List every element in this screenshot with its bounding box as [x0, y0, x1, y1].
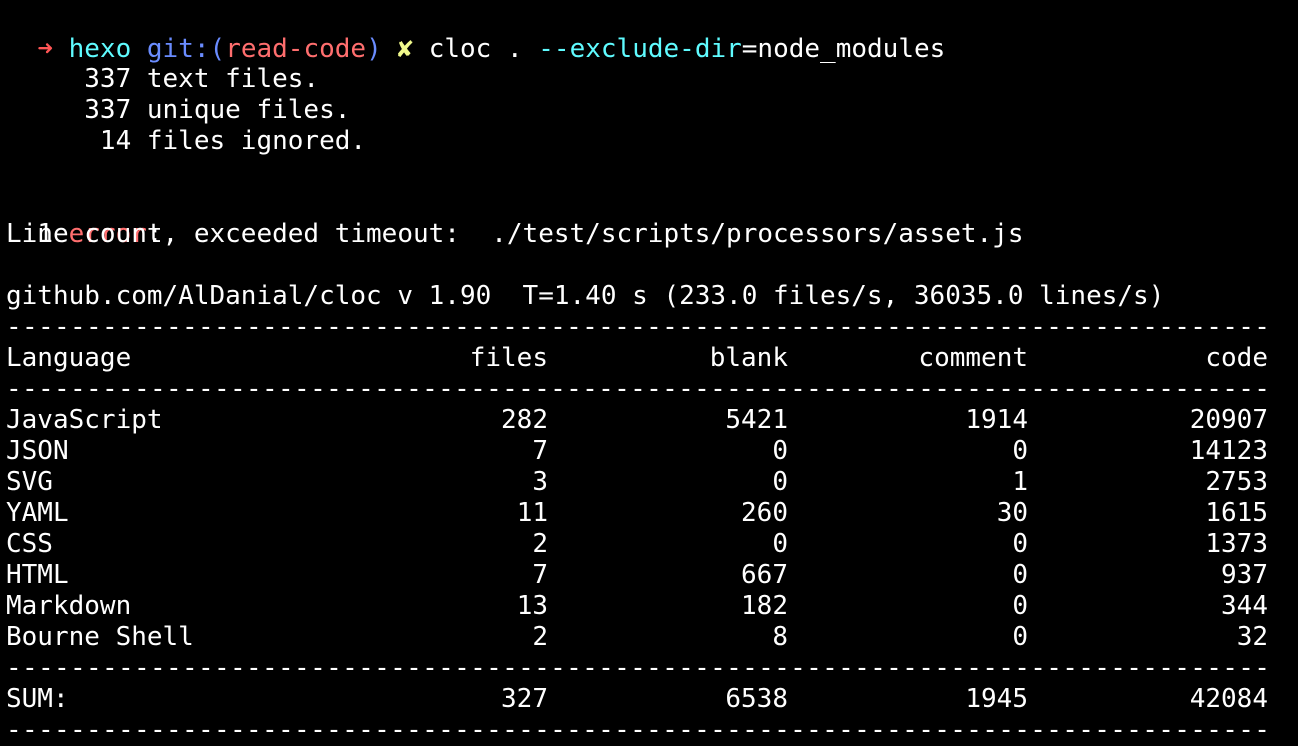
git-suffix: ) [366, 34, 382, 64]
row-comment: 0 [1012, 436, 1028, 466]
sum-code: 42084 [1189, 684, 1268, 714]
row-comment: 30 [996, 498, 1028, 528]
row-files: 7 [532, 436, 548, 466]
row-blank: 0 [772, 467, 788, 497]
row-blank: 0 [772, 436, 788, 466]
row-code: 14123 [1189, 436, 1268, 466]
prompt-dir: hexo [68, 34, 132, 64]
row-comment: 0 [1012, 591, 1028, 621]
row-code: 1373 [1205, 529, 1268, 559]
divider-bottom: ----------------------------------------… [6, 715, 1270, 745]
sum-label: SUM: [6, 684, 69, 714]
command-flag-value: =node_modules [741, 34, 946, 64]
row-comment: 0 [1012, 529, 1028, 559]
row-files: 282 [501, 405, 548, 435]
sum-comment: 1945 [965, 684, 1028, 714]
row-files: 7 [532, 560, 548, 590]
row-blank: 667 [741, 560, 788, 590]
git-branch: read-code [225, 34, 367, 64]
header-code: code [1205, 343, 1268, 373]
row-code: 2753 [1205, 467, 1268, 497]
row-code: 344 [1221, 591, 1268, 621]
sum-blank: 6538 [725, 684, 788, 714]
summary-text-files: 337 text files. [6, 64, 320, 94]
row-language: CSS [6, 529, 53, 559]
row-files: 2 [532, 529, 548, 559]
error-line: 1 error: [6, 188, 162, 249]
header-comment: comment [918, 343, 1028, 373]
row-language: Markdown [6, 591, 132, 621]
row-comment: 0 [1012, 622, 1028, 652]
summary-ignored: 14 files ignored. [6, 126, 367, 156]
error-message: Line count, exceeded timeout: ./test/scr… [6, 219, 1024, 249]
row-comment: 0 [1012, 560, 1028, 590]
row-language: YAML [6, 498, 69, 528]
row-code: 1615 [1205, 498, 1268, 528]
row-language: JSON [6, 436, 69, 466]
row-files: 11 [516, 498, 548, 528]
row-blank: 182 [741, 591, 788, 621]
summary-unique-files: 337 unique files. [6, 95, 351, 125]
sum-files: 327 [501, 684, 548, 714]
row-language: Bourne Shell [6, 622, 194, 652]
row-code: 20907 [1189, 405, 1268, 435]
command-text: cloc . [428, 34, 523, 64]
row-blank: 0 [772, 529, 788, 559]
row-files: 2 [532, 622, 548, 652]
row-comment: 1914 [965, 405, 1028, 435]
prompt-arrow: ➜ [37, 34, 53, 64]
row-files: 13 [516, 591, 548, 621]
header-language: Language [6, 343, 132, 373]
divider-sum: ----------------------------------------… [6, 653, 1270, 683]
row-blank: 5421 [725, 405, 788, 435]
dirty-mark-icon: ✘ [397, 34, 414, 64]
git-prefix: git:( [146, 34, 226, 64]
row-language: SVG [6, 467, 53, 497]
row-code: 937 [1221, 560, 1268, 590]
row-files: 3 [532, 467, 548, 497]
command-flag: --exclude-dir [538, 34, 742, 64]
header-files: files [469, 343, 548, 373]
row-language: HTML [6, 560, 69, 590]
divider-header: ----------------------------------------… [6, 374, 1270, 404]
row-language: JavaScript [6, 405, 163, 435]
row-code: 32 [1236, 622, 1268, 652]
divider-top: ----------------------------------------… [6, 312, 1270, 342]
row-blank: 8 [772, 622, 788, 652]
row-comment: 1 [1012, 467, 1028, 497]
cloc-banner: github.com/AlDanial/cloc v 1.90 T=1.40 s… [6, 281, 1165, 311]
header-blank: blank [709, 343, 788, 373]
row-blank: 260 [741, 498, 788, 528]
prompt-line: ➜ hexo git:(read-code) ✘ cloc . --exclud… [6, 3, 945, 64]
